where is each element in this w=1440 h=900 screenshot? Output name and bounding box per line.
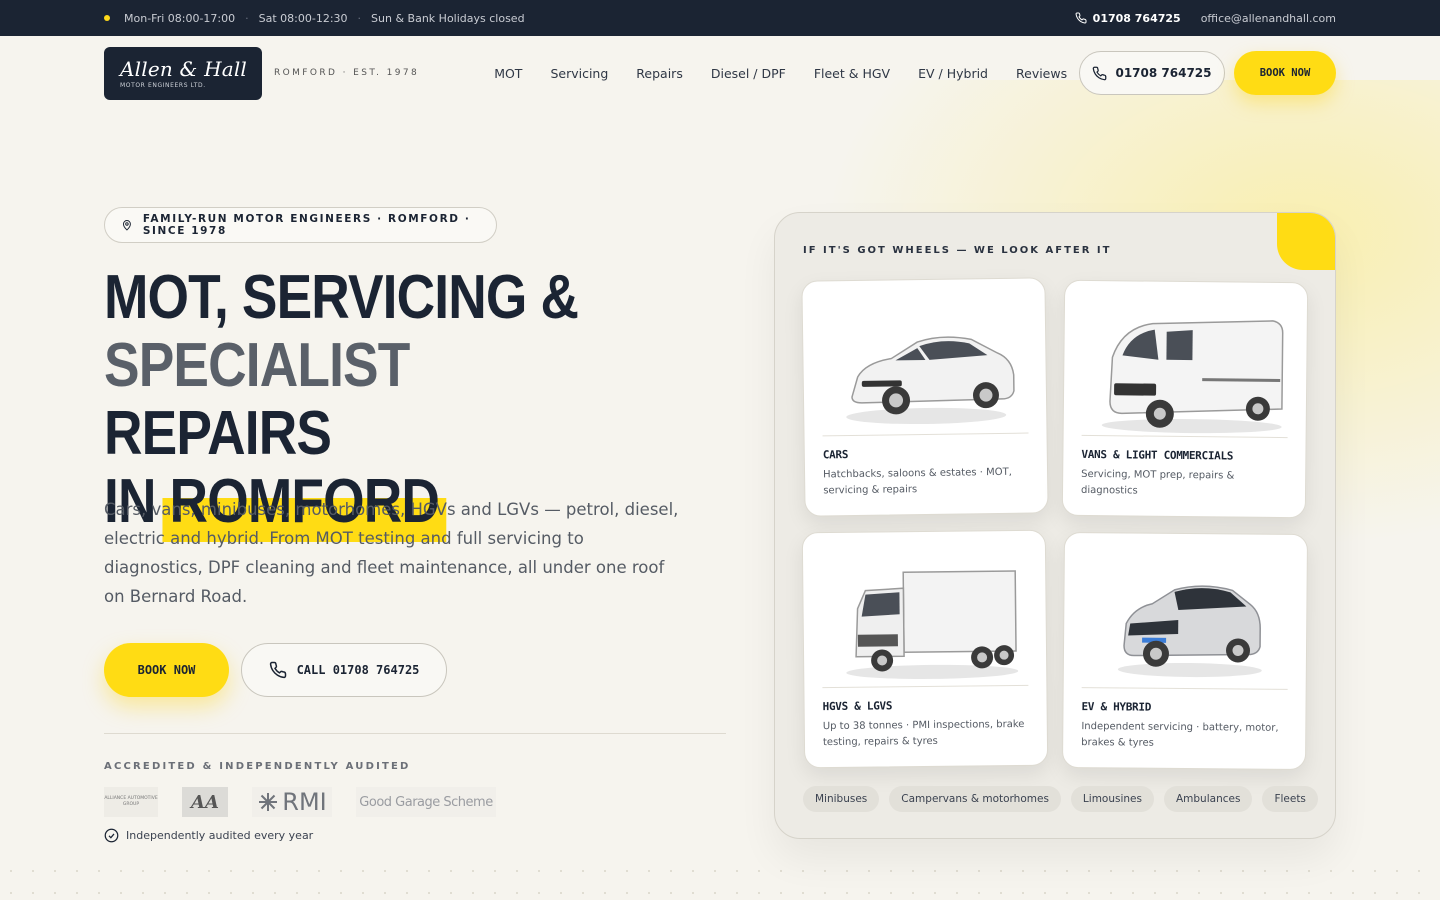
header-tagline: ROMFORD · EST. 1978 [274,68,420,78]
hero-divider [104,733,726,734]
card-title: CARS [822,448,849,462]
phone-icon [1075,12,1087,24]
separator: · [357,11,362,25]
aa-logo: AA [182,787,228,817]
hours-weekday: Mon-Fri 08:00-17:00 [124,11,236,25]
header-phone-text: 01708 764725 [1115,66,1212,80]
card-description: Hatchbacks, saloons & estates · MOT, ser… [823,466,1012,497]
rmi-logo: RMI [252,787,332,817]
status-dot [104,15,110,21]
topbar-email-link[interactable]: office@allenandhall.com [1201,12,1336,25]
headline-line-1: MOT, SERVICING & [104,263,579,332]
separator: · [245,11,249,25]
hero-call-button[interactable]: CALL 01708 764725 [241,643,447,697]
location-pin-icon [122,220,131,231]
phone-icon [1093,66,1107,80]
phone-icon [269,661,286,679]
vehicle-card-hgvs[interactable]: HGVS & LGVS Up to 38 tonnes · PMI inspec… [801,529,1049,769]
card-description: Up to 38 tonnes · PMI inspections, brake… [822,718,1025,749]
audited-note: Independently audited every year [104,828,313,843]
opening-hours: Mon-Fri 08:00-17:00 · Sat 08:00-12:30 · … [104,12,525,25]
topbar-phone-link[interactable]: 01708 764725 [1075,12,1181,25]
main-header: Allen & Hall MOTOR ENGINEERS LTD. ROMFOR… [104,46,1336,100]
card-description: Servicing, MOT prep, repairs & diagnosti… [1080,468,1235,497]
rmi-emblem-icon [259,793,278,811]
card-title: HGVS & LGVS [822,699,893,714]
nav-item-diesel-dpf[interactable]: Diesel / DPF [711,66,786,81]
vehicle-card-cars[interactable]: CARS Hatchbacks, saloons & estates · MOT… [801,277,1049,517]
background-dots [0,860,1440,900]
chip-campervans[interactable]: Campervans & motorhomes [889,786,1061,812]
headline-specialist: SPECIALIST [104,331,410,400]
nav-item-repairs[interactable]: Repairs [636,66,683,81]
chip-ambulances[interactable]: Ambulances [1163,786,1253,812]
hero-call-label: CALL 01708 764725 [296,663,420,677]
check-circle-icon [104,828,119,843]
ev-car-image [1117,585,1262,678]
hours-sunday: Sun & Bank Holidays closed [371,11,525,25]
nav-item-fleet-hgv[interactable]: Fleet & HGV [814,66,890,81]
panel-title: IF IT'S GOT WHEELS — WE LOOK AFTER IT [803,245,1112,256]
company-logo[interactable]: Allen & Hall MOTOR ENGINEERS LTD. [104,46,262,100]
nav-item-reviews[interactable]: Reviews [1016,66,1067,81]
truck-image [846,570,1019,679]
hero-badge-text: FAMILY-RUN MOTOR ENGINEERS · ROMFORD · S… [142,213,471,237]
vehicle-card-ev-hybrid[interactable]: EV & HYBRID Independent servicing · batt… [1061,531,1309,771]
logo-subtitle: MOTOR ENGINEERS LTD. [120,82,206,89]
accreditation-label: ACCREDITED & INDEPENDENTLY AUDITED [104,761,411,772]
card-title: VANS & LIGHT COMMERCIALS [1081,447,1234,463]
rmi-logo-text: RMI [282,788,327,816]
vehicle-card-vans[interactable]: VANS & LIGHT COMMERCIALS Servicing, MOT … [1061,279,1309,519]
topbar-phone-text: 01708 764725 [1092,11,1181,25]
good-garage-scheme-logo: Good Garage Scheme [356,787,496,817]
logo-wordmark: Allen & Hall [120,57,248,81]
hero-badge: FAMILY-RUN MOTOR ENGINEERS · ROMFORD · S… [104,207,497,243]
header-phone-button[interactable]: 01708 764725 [1079,51,1225,95]
audited-text: Independently audited every year [126,829,314,842]
hero-lead-text: Cars, vans, minibuses, motorhomes, HGVs … [104,500,679,606]
headline-repairs: REPAIRS [104,399,332,468]
chip-limousines[interactable]: Limousines [1070,786,1154,812]
vehicle-chips: Minibuses Campervans & motorhomes Limous… [803,786,1318,812]
car-image [846,336,1015,425]
main-nav: MOT Servicing Repairs Diesel / DPF Fleet… [494,66,1067,81]
nav-item-servicing[interactable]: Servicing [550,66,608,81]
panel-corner-accent [1277,213,1335,270]
chip-fleets[interactable]: Fleets [1262,786,1318,812]
card-title: EV & HYBRID [1081,700,1152,714]
card-description: Independent servicing · battery, motor, … [1081,721,1279,749]
vehicle-types-panel: IF IT'S GOT WHEELS — WE LOOK AFTER IT CA… [774,212,1336,839]
van-image [1101,320,1284,434]
alliance-automotive-logo: ALLIANCE AUTOMOTIVE GROUP [104,787,158,817]
accreditation-logos: ALLIANCE AUTOMOTIVE GROUP AA RMI Good Ga… [104,787,496,817]
header-book-now-button[interactable]: BOOK NOW [1234,51,1336,95]
nav-item-ev-hybrid[interactable]: EV / Hybrid [918,66,988,81]
chip-minibuses[interactable]: Minibuses [803,786,880,812]
hero-book-now-button[interactable]: BOOK NOW [104,643,229,697]
nav-item-mot[interactable]: MOT [494,66,522,81]
hours-saturday: Sat 08:00-12:30 [258,11,348,25]
top-info-bar: Mon-Fri 08:00-17:00 · Sat 08:00-12:30 · … [0,0,1440,36]
